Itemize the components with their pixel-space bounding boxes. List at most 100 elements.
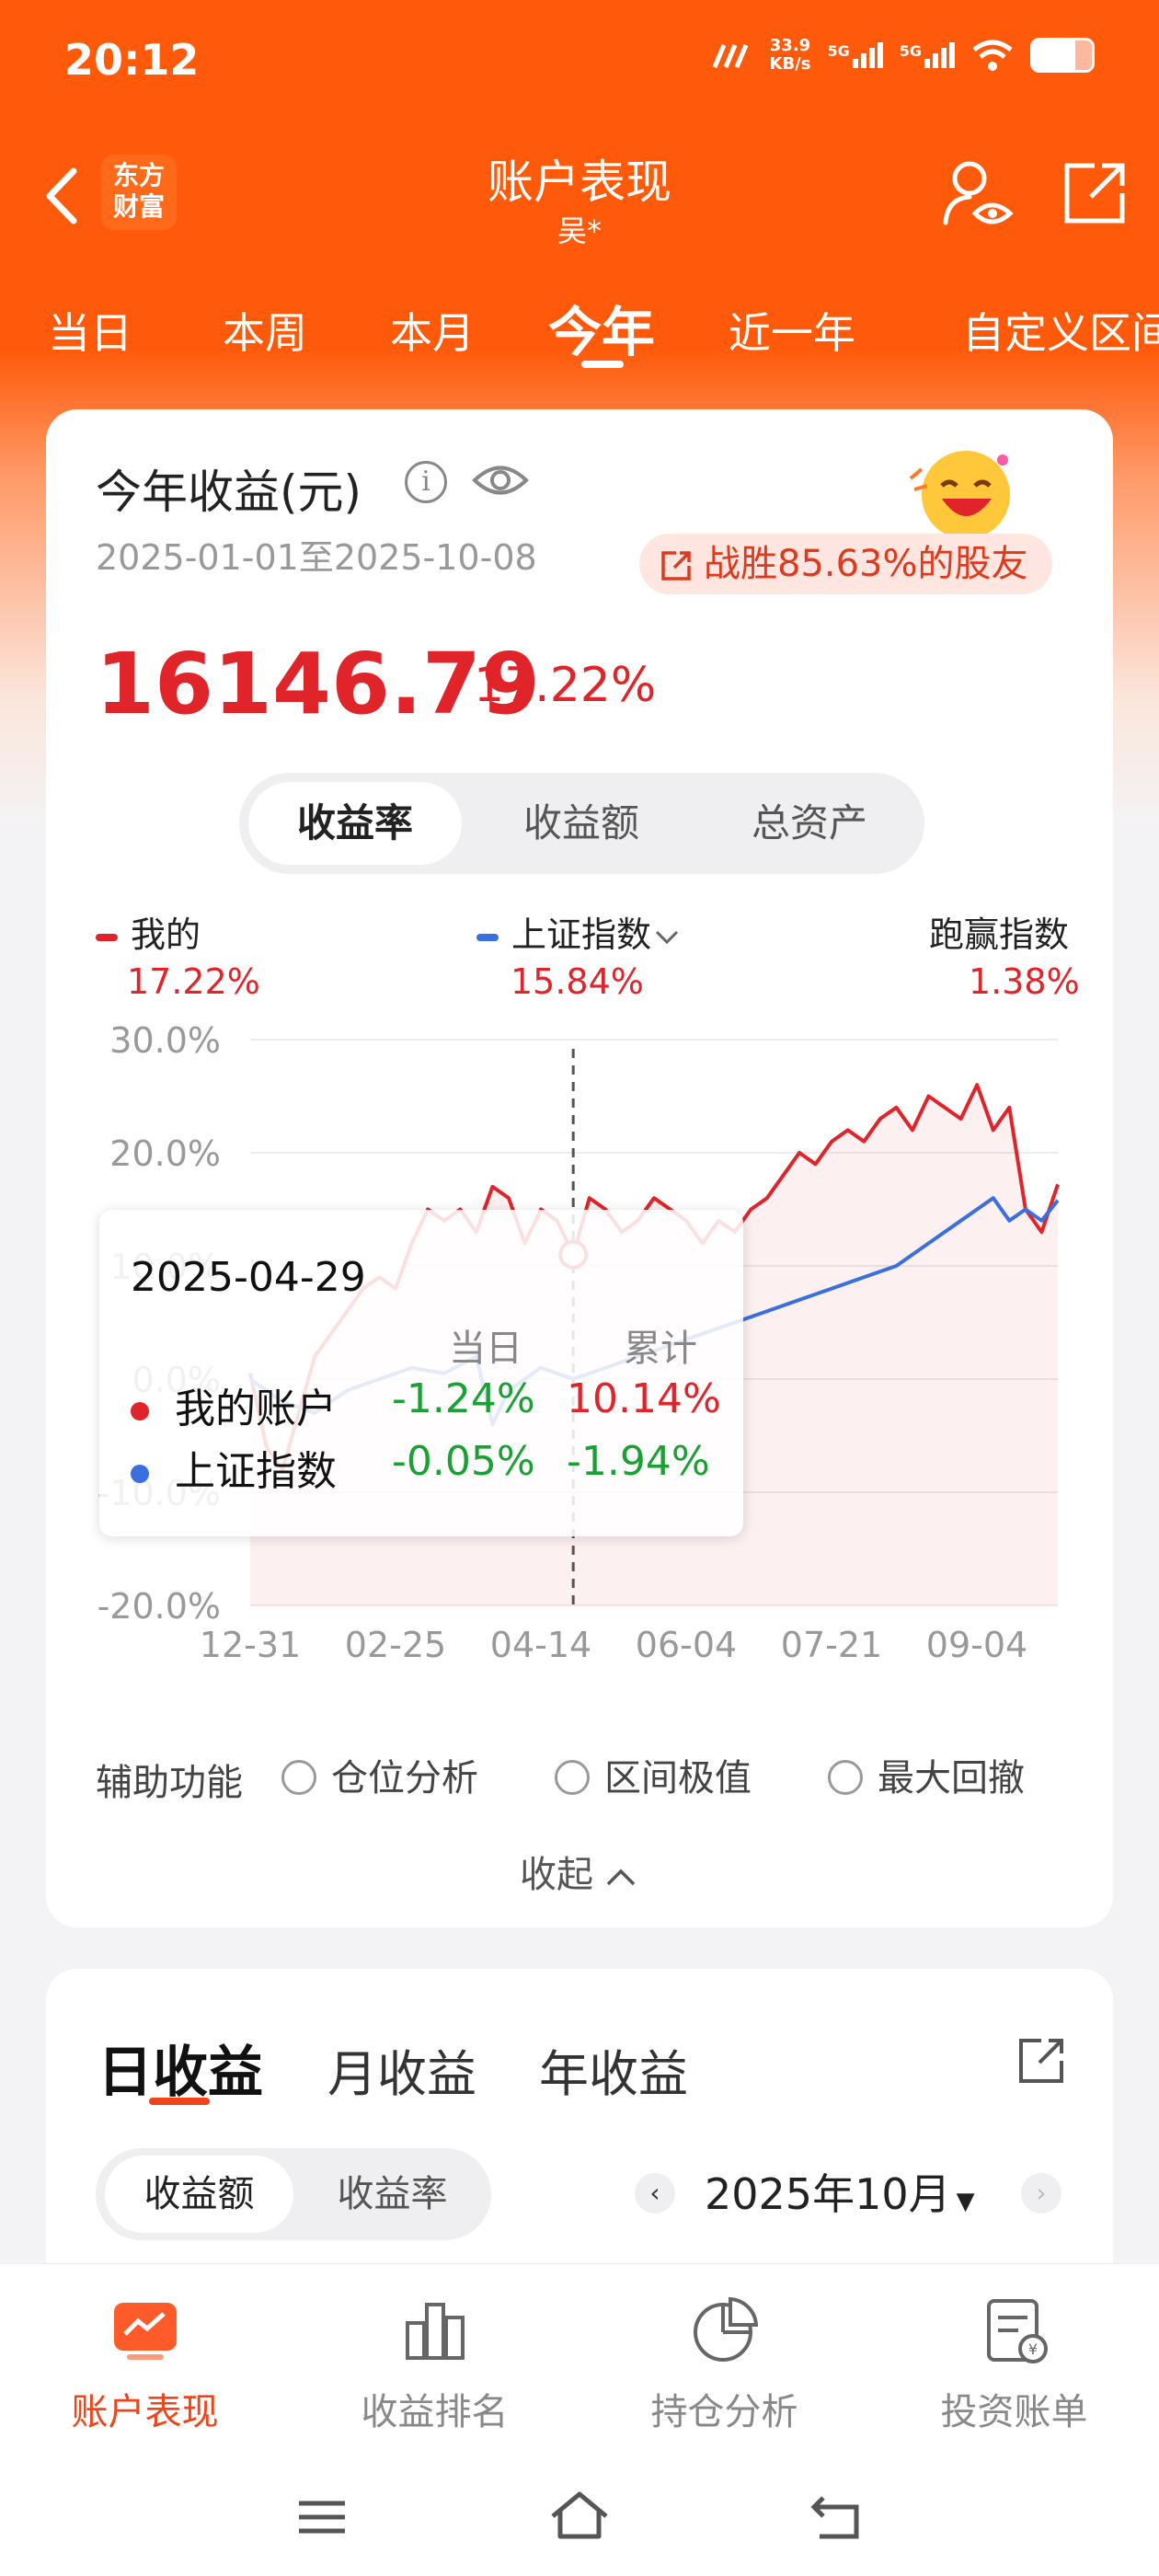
tab-today[interactable]: 当日 [48, 300, 132, 361]
nav-label: 投资账单 [940, 2391, 1088, 2433]
nav-account-performance[interactable]: 账户表现 [0, 2292, 290, 2435]
tooltip-row-label: 我的账户 [175, 1386, 337, 1432]
active-tab-indicator [581, 361, 624, 368]
home-icon[interactable] [547, 2485, 612, 2549]
radio-circle [828, 1760, 863, 1795]
nav-holdings-analysis[interactable]: 持仓分析 [580, 2292, 869, 2435]
radio-circle [281, 1760, 316, 1795]
option-range-extremes[interactable]: 区间极值 [555, 1748, 752, 1801]
net-speed-unit: KB/s [769, 54, 811, 74]
metric-toggle: 收益率 收益额 总资产 [239, 773, 924, 874]
option-label: 最大回撤 [878, 1757, 1025, 1800]
legend-label: 我的 [131, 914, 201, 955]
sim2-label: 5G [899, 42, 922, 60]
legend-outperform-value: 1.38% [969, 961, 1080, 1002]
performance-card: 今年收益(元) i 2025-01-01至2025-10-08 战胜85.63%… [46, 409, 1113, 1927]
nav-return-ranking[interactable]: 收益排名 [290, 2292, 580, 2435]
tooltip-col-total: 累计 [624, 1328, 697, 1370]
x-tick-label: 06-04 [636, 1625, 737, 1661]
nav-label: 收益排名 [361, 2391, 509, 2433]
x-tick-label: 09-04 [926, 1625, 1027, 1661]
chevron-down-icon [655, 930, 679, 944]
tab-monthly-returns[interactable]: 月收益 [327, 2033, 476, 2106]
tab-custom-range[interactable]: 自定义区间 [962, 300, 1159, 361]
info-icon[interactable]: i [405, 461, 447, 503]
beat-percent-badge[interactable]: 战胜85.63%的股友 [639, 534, 1052, 594]
aux-label: 辅助功能 [96, 1762, 243, 1804]
y-tick-label: 30.0% [109, 1020, 221, 1061]
daily-metric-toggle: 收益额 收益率 [96, 2148, 491, 2240]
net-speed-value: 33.9 [769, 36, 811, 55]
radio-circle [555, 1760, 590, 1795]
mobile-data-icon [712, 44, 748, 68]
legend-mine: 我的 [96, 906, 201, 957]
toggle-rate[interactable]: 收益率 [298, 2156, 487, 2233]
back-icon[interactable] [805, 2485, 869, 2549]
series-dot [131, 1465, 149, 1483]
battery-icon [1030, 38, 1095, 73]
eye-icon[interactable] [471, 457, 530, 503]
option-label: 区间极值 [604, 1757, 752, 1800]
tooltip-col-day: 当日 [449, 1328, 522, 1370]
toggle-return-rate[interactable]: 收益率 [248, 782, 462, 865]
tab-week[interactable]: 本周 [223, 300, 307, 361]
wifi-icon [972, 40, 1013, 71]
toggle-total-assets[interactable]: 总资产 [703, 782, 916, 865]
tooltip-row-label: 上证指数 [175, 1448, 337, 1495]
nav-label: 持仓分析 [650, 2391, 798, 2433]
option-position-analysis[interactable]: 仓位分析 [281, 1748, 478, 1801]
legend-label: 跑赢指数 [929, 914, 1070, 955]
beat-text: 战胜85.63%的股友 [704, 543, 1028, 585]
legend-outperform: 跑赢指数 [929, 906, 1069, 957]
svg-text:¥: ¥ [1027, 2340, 1037, 2358]
tooltip-mine-day: -1.24% [392, 1375, 535, 1422]
y-tick-label: 20.0% [109, 1133, 221, 1174]
month-selector[interactable]: 2025年10月 ▼ [705, 2157, 975, 2231]
nav-investment-bill[interactable]: ¥ 投资账单 [869, 2292, 1159, 2435]
share-icon[interactable] [1012, 2031, 1071, 2090]
laughing-emoji-icon [909, 451, 1010, 537]
tooltip-mine-total: 10.14% [567, 1375, 721, 1422]
next-month-button[interactable]: › [1021, 2173, 1061, 2214]
pie-chart-icon [693, 2296, 758, 2362]
share-icon[interactable] [1058, 156, 1131, 230]
option-label: 仓位分析 [331, 1757, 478, 1800]
collapse-button[interactable]: 收起 [46, 1845, 1113, 1898]
tab-daily-returns[interactable]: 日收益 [98, 2028, 263, 2108]
legend-mine-value: 17.22% [127, 961, 260, 1002]
total-profit-pct: 17.22% [474, 658, 657, 713]
tooltip-index-day: -0.05% [392, 1438, 535, 1485]
collapse-label: 收起 [520, 1854, 593, 1896]
user-privacy-icon[interactable] [940, 156, 1014, 230]
share-icon [661, 551, 691, 581]
x-tick-label: 07-21 [781, 1625, 882, 1661]
active-tab-indicator [149, 2098, 210, 2105]
tooltip-row-mine: 我的账户 [131, 1375, 337, 1434]
tab-month[interactable]: 本月 [390, 300, 475, 361]
x-tick-label: 02-25 [345, 1625, 446, 1661]
status-bar: 20:12 33.9 KB/s 5G 5G [0, 0, 1159, 129]
tooltip-index-total: -1.94% [567, 1438, 710, 1485]
tab-this-year[interactable]: 今年 [548, 289, 655, 366]
signal-1: 5G [827, 42, 883, 68]
prev-month-button[interactable]: ‹ [635, 2173, 675, 2214]
tooltip-date: 2025-04-29 [131, 1254, 366, 1301]
toggle-amount[interactable]: 收益额 [105, 2156, 293, 2233]
tab-last-year[interactable]: 近一年 [729, 300, 855, 361]
summary-title: 今年收益(元) [96, 466, 362, 519]
toggle-return-amount[interactable]: 收益额 [475, 782, 688, 865]
tab-yearly-returns[interactable]: 年收益 [539, 2033, 688, 2106]
x-tick-label: 04-14 [490, 1625, 591, 1661]
bottom-nav: 账户表现 收益排名 持仓分析 ¥ 投资账单 [0, 2263, 1159, 2576]
signal-2: 5G [900, 42, 955, 68]
month-label: 2025年10月 [705, 2169, 951, 2219]
nav-label: 账户表现 [71, 2391, 219, 2433]
option-max-drawdown[interactable]: 最大回撤 [828, 1748, 1025, 1801]
date-range: 2025-01-01至2025-10-08 [96, 537, 537, 578]
period-tabs: 当日 本周 本月 今年 近一年 自定义区间 [0, 285, 1159, 368]
sim1-label: 5G [827, 42, 850, 60]
legend-index-selector[interactable]: 上证指数 [476, 906, 683, 957]
bill-icon: ¥ [986, 2299, 1048, 2363]
chart-trend-icon [113, 2303, 177, 2360]
menu-icon[interactable] [290, 2485, 354, 2549]
